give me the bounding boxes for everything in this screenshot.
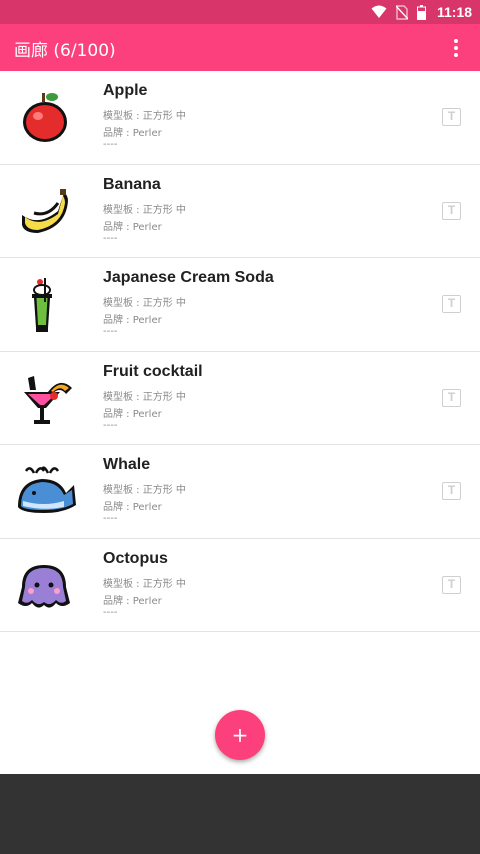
text-icon[interactable]: T [442, 575, 461, 594]
item-brand: 品牌 : Perler [103, 221, 162, 233]
item-note: ---- [103, 139, 118, 150]
item-name: Apple [103, 82, 148, 99]
app-bar: 画廊 (6/100) [0, 24, 480, 71]
item-brand: 品牌 : Perler [103, 502, 162, 513]
item-note: ---- [103, 326, 118, 337]
whale-thumbnail [14, 463, 78, 523]
gallery-item-banana[interactable]: Banana 模型板 : 正方形 中 品牌 : Perler ---- T [0, 165, 480, 258]
gallery-list: Apple 模型板 : 正方形 中 品牌 : Perler ---- T Ban… [0, 71, 480, 632]
item-brand: 品牌 : Perler [103, 408, 162, 420]
gallery-item-octopus[interactable]: Octopus 模型板 : 正方形 中 品牌 : Perler ---- T [0, 539, 480, 632]
fruit-cocktail-thumbnail [14, 370, 78, 430]
item-name: Japanese Cream Soda [103, 269, 274, 286]
item-note: ---- [103, 513, 118, 524]
text-icon[interactable]: T [442, 295, 461, 313]
battery-icon [416, 4, 426, 20]
octopus-thumbnail [14, 557, 78, 617]
item-template: 模型板 : 正方形 中 [103, 578, 186, 590]
wifi-icon [371, 5, 387, 19]
text-icon[interactable]: T [442, 482, 461, 500]
item-name: Fruit cocktail [103, 362, 203, 380]
add-button[interactable]: + [215, 710, 265, 760]
item-template: 模型板 : 正方形 中 [103, 111, 186, 122]
item-note: ---- [103, 232, 118, 244]
item-brand: 品牌 : Perler [103, 595, 162, 607]
gallery-item-apple[interactable]: Apple 模型板 : 正方形 中 品牌 : Perler ---- T [0, 71, 480, 165]
status-bar: 11:18 [0, 0, 480, 24]
status-icons: 11:18 [371, 3, 472, 21]
gallery-item-whale[interactable]: Whale 模型板 : 正方形 中 品牌 : Perler ---- T [0, 445, 480, 539]
item-note: ---- [103, 419, 118, 431]
no-sim-icon [395, 4, 408, 20]
text-icon[interactable]: T [442, 108, 461, 126]
item-note: ---- [103, 606, 118, 618]
item-template: 模型板 : 正方形 中 [103, 485, 186, 496]
item-name: Whale [103, 456, 151, 473]
text-icon[interactable]: T [442, 388, 461, 407]
text-icon[interactable]: T [442, 201, 461, 220]
navigation-bar [0, 774, 480, 854]
cream-soda-thumbnail [14, 276, 78, 336]
banana-thumbnail [14, 183, 78, 243]
item-brand: 品牌 : Perler [103, 315, 162, 326]
item-template: 模型板 : 正方形 中 [103, 391, 186, 403]
item-name: Banana [103, 175, 161, 193]
item-name: Octopus [103, 549, 168, 567]
overflow-menu-icon[interactable] [444, 36, 468, 60]
gallery-item-japanese-cream-soda[interactable]: Japanese Cream Soda 模型板 : 正方形 中 品牌 : Per… [0, 258, 480, 352]
item-template: 模型板 : 正方形 中 [103, 204, 186, 216]
clock: 11:18 [436, 4, 472, 20]
page-title: 画廊 (6/100) [14, 41, 116, 61]
item-template: 模型板 : 正方形 中 [103, 298, 186, 309]
apple-thumbnail [14, 89, 78, 149]
item-brand: 品牌 : Perler [103, 128, 162, 139]
gallery-item-fruit-cocktail[interactable]: Fruit cocktail 模型板 : 正方形 中 品牌 : Perler -… [0, 352, 480, 445]
